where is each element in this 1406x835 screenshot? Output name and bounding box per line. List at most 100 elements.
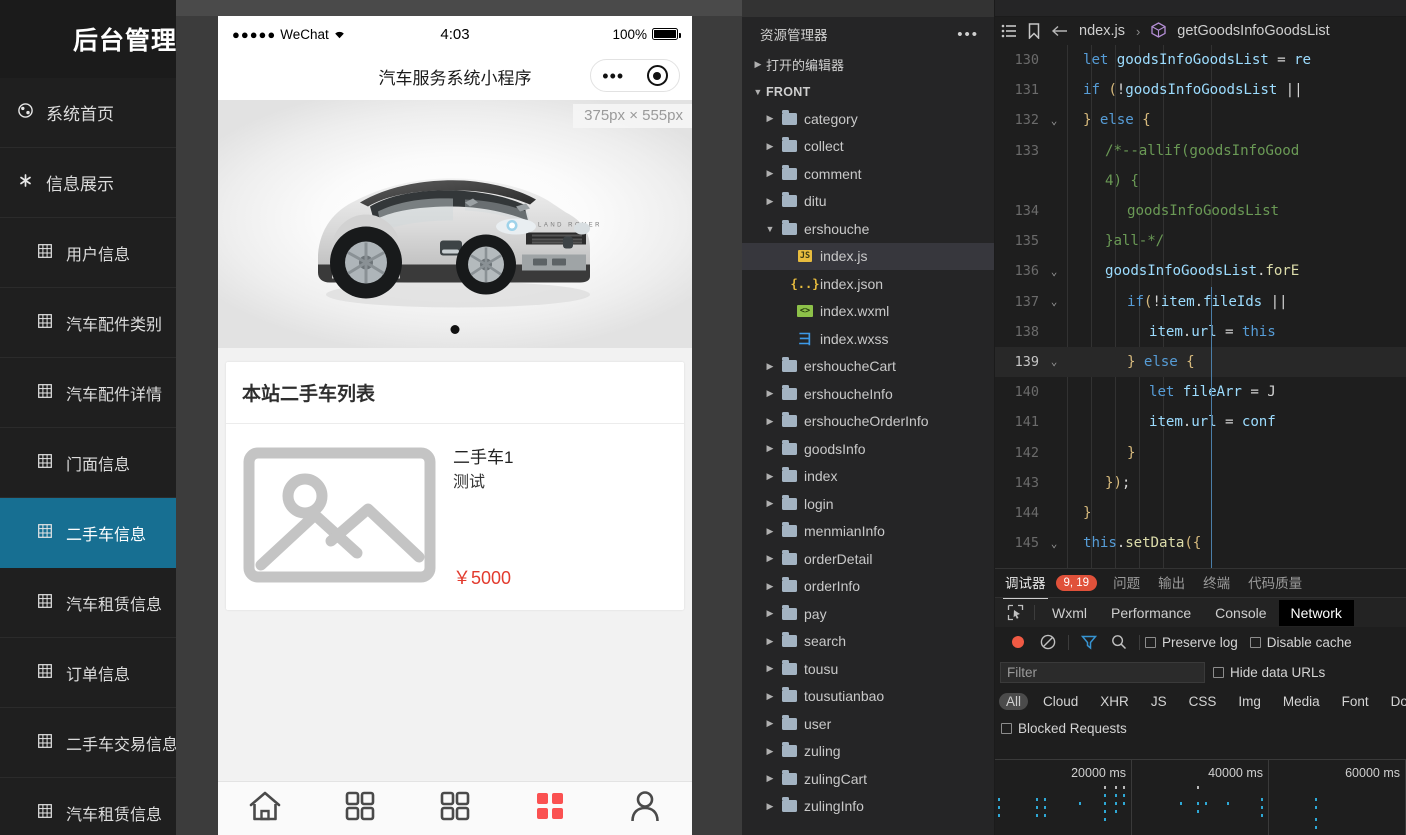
tree-folder[interactable]: ▶ index xyxy=(742,463,995,491)
chevron-right-icon[interactable]: ▶ xyxy=(762,471,778,482)
type-filter-js[interactable]: JS xyxy=(1144,693,1174,710)
code-line[interactable]: 132 ⌄} else { xyxy=(995,105,1406,135)
filter-input[interactable]: Filter xyxy=(1000,661,1205,683)
tabbar-item-3[interactable] xyxy=(502,790,597,827)
code-line[interactable]: 142} xyxy=(995,437,1406,467)
tree-folder[interactable]: ▶ pay xyxy=(742,600,995,628)
chevron-right-icon[interactable]: ▶ xyxy=(762,526,778,537)
tree-file[interactable]: 彐 index.wxss xyxy=(742,325,995,353)
network-subtab-performance[interactable]: Performance xyxy=(1099,600,1203,626)
chevron-right-icon[interactable]: ▶ xyxy=(762,773,778,784)
tree-folder[interactable]: ▼ ershouche xyxy=(742,215,995,243)
tree-folder[interactable]: ▶ orderDetail xyxy=(742,545,995,573)
hide-data-urls-checkbox[interactable]: Hide data URLs xyxy=(1213,665,1325,680)
tree-folder[interactable]: ▶ search xyxy=(742,628,995,656)
tree-folder[interactable]: ▶ comment xyxy=(742,160,995,188)
list-item[interactable]: 二手车1 测试 ￥5000 xyxy=(226,424,684,610)
chevron-down-icon[interactable]: ▼ xyxy=(750,87,766,97)
clear-icon[interactable] xyxy=(1033,634,1063,650)
preserve-log-checkbox[interactable]: Preserve log xyxy=(1145,635,1238,650)
code-line[interactable]: 4) { xyxy=(995,166,1406,196)
chevron-right-icon[interactable]: ▶ xyxy=(762,141,778,152)
chevron-right-icon[interactable]: ▶ xyxy=(762,608,778,619)
type-filter-doc[interactable]: Doc xyxy=(1384,693,1406,710)
chevron-right-icon[interactable]: ▶ xyxy=(762,416,778,427)
code-lines[interactable]: 130 let goodsInfoGoodsList = re 131 if (!go… xyxy=(995,45,1406,568)
chevron-down-icon[interactable]: ▼ xyxy=(762,224,778,234)
tree-folder[interactable]: ▶ category xyxy=(742,105,995,133)
tabbar-item-4[interactable] xyxy=(597,790,692,827)
tree-file[interactable]: <> index.wxml xyxy=(742,298,995,326)
chevron-right-icon[interactable]: ▶ xyxy=(762,361,778,372)
chevron-right-icon[interactable]: ▶ xyxy=(762,196,778,207)
devtools-tab-3[interactable]: 终端 xyxy=(1201,568,1232,598)
car-banner[interactable]: 375px × 555px LAND ROVER xyxy=(218,100,692,348)
back-arrow-icon[interactable] xyxy=(1051,25,1068,37)
fold-chevron-icon[interactable]: ⌄ xyxy=(1043,265,1065,278)
code-line[interactable]: 134 goodsInfoGoodsList xyxy=(995,196,1406,226)
tabbar-item-1[interactable] xyxy=(313,790,408,827)
tree-folder[interactable]: ▶ menmianInfo xyxy=(742,518,995,546)
chevron-right-icon[interactable]: ▶ xyxy=(762,801,778,812)
chevron-right-icon[interactable]: ▶ xyxy=(762,113,778,124)
filter-funnel-icon[interactable] xyxy=(1074,634,1104,650)
fold-chevron-icon[interactable]: ⌄ xyxy=(1043,355,1065,368)
code-line[interactable]: 137 ⌄ if(!item.fileIds || xyxy=(995,287,1406,317)
tree-folder[interactable]: ▶ ditu xyxy=(742,188,995,216)
grid-icon[interactable] xyxy=(534,790,566,827)
code-line[interactable]: 131 if (!goodsInfoGoodsList || xyxy=(995,75,1406,105)
inspect-cursor-icon[interactable] xyxy=(1001,604,1029,621)
devtools-tab-1[interactable]: 问题 xyxy=(1111,568,1142,598)
wechat-capsule-menu[interactable]: ••• xyxy=(590,59,680,92)
type-filter-media[interactable]: Media xyxy=(1276,693,1327,710)
blocked-requests-checkbox[interactable]: Blocked Requests xyxy=(1001,721,1127,736)
carousel-dot-indicator[interactable] xyxy=(450,325,460,334)
tree-folder[interactable]: ▶ orderInfo xyxy=(742,573,995,601)
tree-folder[interactable]: ▶ ershoucheOrderInfo xyxy=(742,408,995,436)
chevron-right-icon[interactable]: ▶ xyxy=(762,718,778,729)
checkbox-box[interactable] xyxy=(1249,636,1261,648)
more-dots-icon[interactable]: ••• xyxy=(602,67,624,85)
checkbox-box[interactable] xyxy=(1145,636,1156,648)
tree-folder[interactable]: ▶ zulingCart xyxy=(742,765,995,793)
chevron-right-icon[interactable]: ▶ xyxy=(762,663,778,674)
code-line[interactable]: 130 let goodsInfoGoodsList = re xyxy=(995,45,1406,75)
code-line[interactable]: 136 ⌄ goodsInfoGoodsList.forE xyxy=(995,256,1406,286)
tree-folder[interactable]: ▶ collect xyxy=(742,133,995,161)
editor-tab-strip[interactable] xyxy=(995,0,1406,17)
chevron-right-icon[interactable]: ▶ xyxy=(762,498,778,509)
type-filter-xhr[interactable]: XHR xyxy=(1093,693,1136,710)
explorer-section-0[interactable]: ▶ 打开的编辑器 xyxy=(742,51,995,78)
code-line[interactable]: 139 ⌄} else { xyxy=(995,346,1406,378)
home-icon[interactable] xyxy=(248,790,282,827)
type-filter-font[interactable]: Font xyxy=(1335,693,1376,710)
disable-cache-checkbox[interactable]: Disable cache xyxy=(1249,635,1352,650)
tree-folder[interactable]: ▶ goodsInfo xyxy=(742,435,995,463)
type-filter-cloud[interactable]: Cloud xyxy=(1036,693,1085,710)
person-icon[interactable] xyxy=(630,790,660,827)
tree-folder[interactable]: ▶ user xyxy=(742,710,995,738)
outline-list-icon[interactable] xyxy=(1001,24,1017,38)
explorer-more-icon[interactable]: ••• xyxy=(957,26,979,43)
code-line[interactable]: 133 /*--allif(goodsInfoGood xyxy=(995,136,1406,166)
chevron-right-icon[interactable]: ▶ xyxy=(762,581,778,592)
simulator-toolbar[interactable] xyxy=(176,0,742,16)
checkbox-box[interactable] xyxy=(1001,723,1012,734)
fold-chevron-icon[interactable]: ⌄ xyxy=(1043,295,1065,308)
network-subtab-console[interactable]: Console xyxy=(1203,600,1278,626)
tree-folder[interactable]: ▶ zuling xyxy=(742,738,995,766)
fold-chevron-icon[interactable]: ⌄ xyxy=(1043,537,1065,550)
explorer-titlebar-strip[interactable] xyxy=(742,0,995,17)
devtools-tab-2[interactable]: 输出 xyxy=(1156,568,1187,598)
network-subtab-network[interactable]: Network xyxy=(1278,599,1354,626)
code-line[interactable]: 144} xyxy=(995,498,1406,528)
chevron-right-icon[interactable]: ▶ xyxy=(762,746,778,757)
tree-folder[interactable]: ▶ tousu xyxy=(742,655,995,683)
network-subtab-wxml[interactable]: Wxml xyxy=(1040,600,1099,626)
record-button[interactable] xyxy=(1003,636,1033,648)
code-line[interactable]: 135}all-*/ xyxy=(995,226,1406,256)
chevron-right-icon[interactable]: ▶ xyxy=(750,59,766,70)
grid-icon[interactable] xyxy=(439,790,471,827)
tree-folder[interactable]: ▶ ershoucheInfo xyxy=(742,380,995,408)
chevron-right-icon[interactable]: ▶ xyxy=(762,168,778,179)
